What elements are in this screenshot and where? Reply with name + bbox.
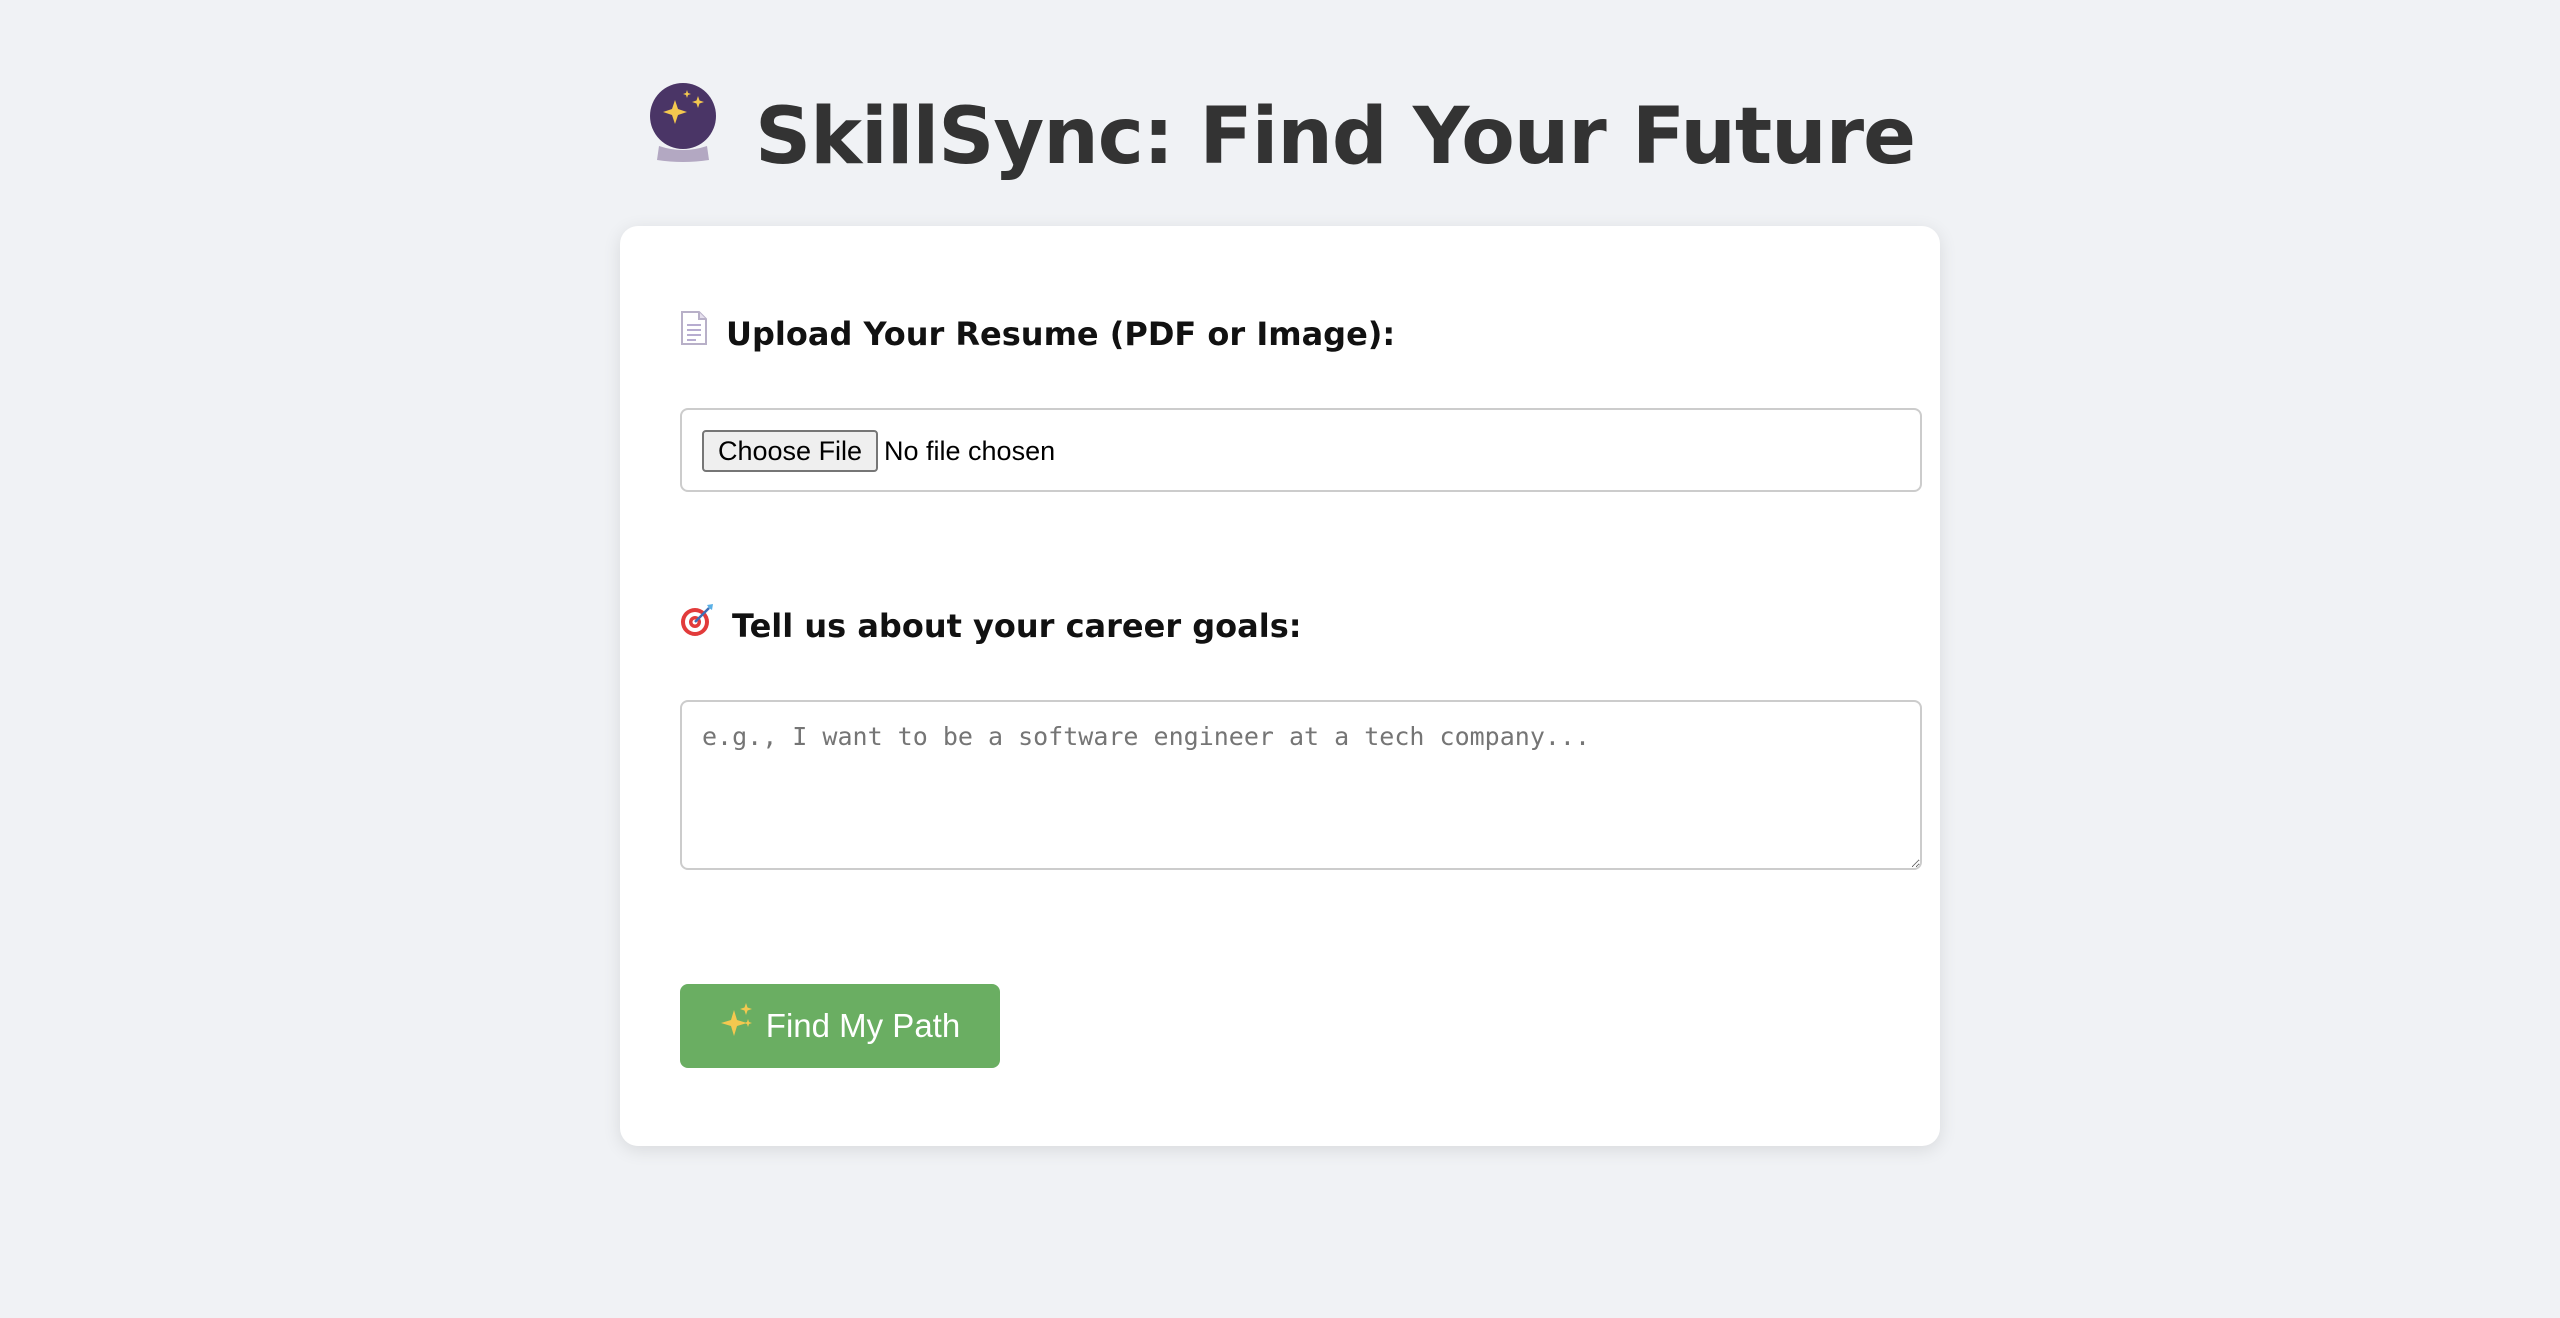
crystal-ball-icon: [645, 81, 721, 191]
page-title-text: SkillSync: Find Your Future: [754, 92, 1916, 182]
sparkles-icon: [720, 983, 754, 1067]
page-document-icon: [680, 310, 708, 356]
resume-label-text: Upload Your Resume (PDF or Image):: [726, 315, 1396, 353]
page-title: SkillSync: Find Your Future: [0, 82, 2560, 197]
target-icon: [680, 603, 714, 648]
resume-label: Upload Your Resume (PDF or Image):: [680, 310, 1396, 359]
find-my-path-label: Find My Path: [765, 1007, 961, 1044]
find-my-path-button[interactable]: Find My Path: [680, 984, 1000, 1068]
file-status-text: No file chosen: [884, 436, 1056, 466]
form-card: Upload Your Resume (PDF or Image): Choos…: [620, 226, 1940, 1146]
choose-file-button[interactable]: Choose File: [702, 430, 879, 472]
career-goals-textarea[interactable]: [680, 700, 1922, 870]
resume-file-input[interactable]: Choose File No file chosen: [680, 408, 1922, 492]
career-goals-label-text: Tell us about your career goals:: [732, 607, 1302, 645]
career-goals-label: Tell us about your career goals:: [680, 603, 1302, 651]
